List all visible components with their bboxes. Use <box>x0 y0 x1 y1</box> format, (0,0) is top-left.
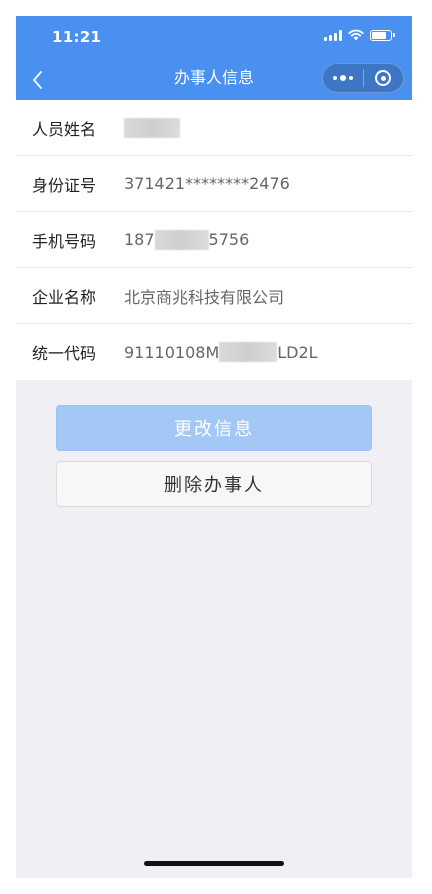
info-row-id-number: 身份证号 371421********2476 <box>16 156 412 212</box>
info-value <box>124 117 180 138</box>
home-indicator[interactable] <box>144 861 284 866</box>
info-label: 身份证号 <box>32 175 97 195</box>
wifi-icon <box>348 29 364 41</box>
more-dots-icon <box>332 75 353 81</box>
battery-icon <box>370 29 395 41</box>
delete-agent-button[interactable]: 删除办事人 <box>56 461 372 507</box>
status-time: 11:21 <box>52 28 102 46</box>
info-row-company: 企业名称 北京商兆科技有限公司 <box>16 268 412 324</box>
info-label: 人员姓名 <box>32 119 97 139</box>
signal-icon <box>324 29 342 41</box>
value-prefix: 187 <box>124 230 155 249</box>
info-row-name: 人员姓名 <box>16 100 412 156</box>
info-label: 企业名称 <box>32 287 97 307</box>
more-button[interactable] <box>323 64 363 92</box>
edit-info-button[interactable]: 更改信息 <box>56 405 372 451</box>
mini-program-capsule <box>322 63 404 93</box>
masked-value <box>124 117 180 138</box>
info-label: 手机号码 <box>32 231 97 251</box>
status-icons <box>324 29 395 41</box>
info-row-phone: 手机号码 187 5756 <box>16 212 412 268</box>
value-prefix: 91110108M <box>124 342 220 362</box>
masked-value <box>154 229 209 250</box>
header: 11:21 办事人信息 <box>16 16 412 100</box>
info-row-credit-code: 统一代码 91110108M LD2L <box>16 324 412 380</box>
value-suffix: 5756 <box>208 230 250 249</box>
masked-value <box>219 342 278 362</box>
info-label: 统一代码 <box>32 344 97 363</box>
info-value: 北京商兆科技有限公司 <box>124 287 285 307</box>
info-value: 187 5756 <box>124 229 250 250</box>
phone-screen: 11:21 办事人信息 人员姓名 身份证号 371421********2476… <box>16 16 412 878</box>
info-value: 371421********2476 <box>124 174 290 193</box>
close-button[interactable] <box>364 64 404 92</box>
info-value: 91110108M LD2L <box>124 342 318 362</box>
target-circle-icon <box>375 70 392 86</box>
value-suffix: LD2L <box>277 342 318 362</box>
agent-info-list: 人员姓名 身份证号 371421********2476 手机号码 187 57… <box>16 100 412 380</box>
